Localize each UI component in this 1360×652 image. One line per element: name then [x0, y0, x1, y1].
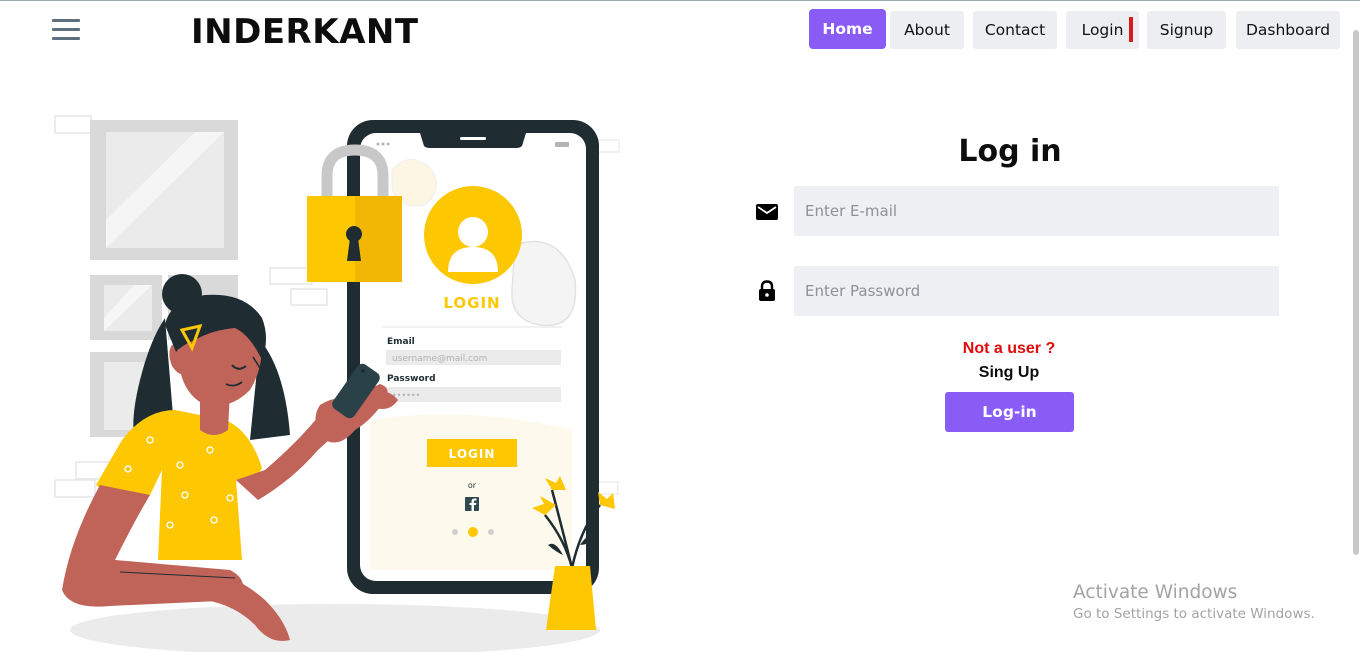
nav-dashboard-button[interactable]: Dashboard	[1236, 11, 1340, 49]
nav-contact-button[interactable]: Contact	[973, 11, 1057, 49]
password-lock-icon	[759, 280, 775, 301]
window-top-border	[0, 0, 1360, 1]
nav-about-button[interactable]: About	[890, 11, 964, 49]
floor-shadow	[70, 604, 600, 652]
phone-password-label: Password	[387, 374, 436, 384]
phone-login-heading: LOGIN	[443, 294, 500, 312]
activate-windows-title: Activate Windows	[1073, 582, 1238, 603]
login-submit-button[interactable]: Log-in	[945, 392, 1074, 432]
signup-link[interactable]: Sing Up	[909, 364, 1109, 382]
not-a-user-text: Not a user ?	[962, 340, 1056, 357]
phone-login-button: LOGIN	[449, 447, 496, 461]
phone-email-placeholder: username@mail.com	[392, 354, 487, 364]
email-envelope-icon	[756, 204, 778, 220]
phone-email-label: Email	[387, 337, 415, 347]
brand-logo: INDERKANT	[191, 12, 419, 52]
hamburger-menu-icon[interactable]	[52, 19, 80, 41]
email-input[interactable]	[794, 186, 1279, 236]
password-input[interactable]	[794, 266, 1279, 316]
scrollbar-thumb[interactable]	[1353, 30, 1359, 555]
login-title: Log in	[958, 134, 1062, 169]
nav-home-button[interactable]: Home	[809, 9, 886, 49]
login-illustration: LOGIN Email username@mail.com Password •…	[54, 115, 620, 652]
phone-or-text: or	[468, 481, 477, 490]
nav-signup-button[interactable]: Signup	[1147, 11, 1226, 49]
activate-windows-subtitle: Go to Settings to activate Windows.	[1073, 606, 1315, 622]
nav-login-indicator	[1129, 17, 1133, 42]
